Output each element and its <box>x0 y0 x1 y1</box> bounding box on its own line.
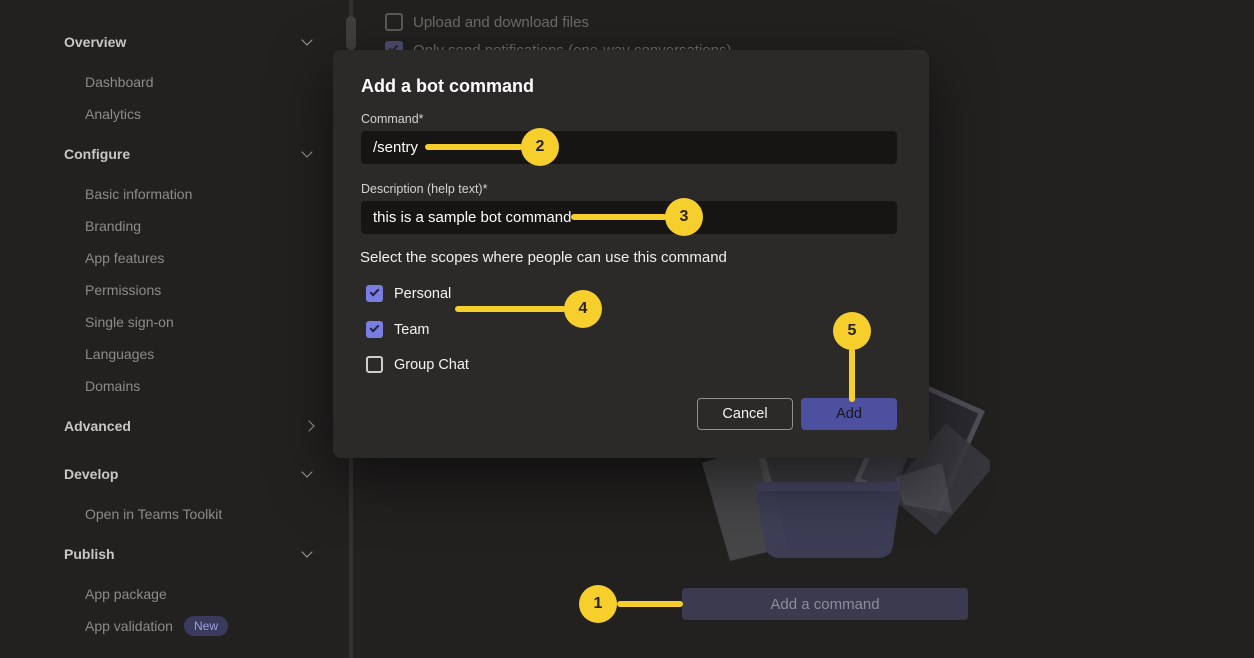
sidebar-item-app-package[interactable]: App package <box>0 578 330 610</box>
chevron-down-icon <box>301 546 312 557</box>
sidebar-section-develop[interactable]: Develop <box>0 458 330 490</box>
sidebar-section-publish[interactable]: Publish <box>0 538 330 570</box>
upload-download-files-checkbox-row[interactable]: Upload and download files <box>385 13 589 31</box>
add-a-command-button[interactable]: Add a command <box>682 588 968 620</box>
sidebar-item-open-in-teams-toolkit[interactable]: Open in Teams Toolkit <box>0 498 330 530</box>
annotation-line-5 <box>849 348 855 402</box>
command-label: Command* <box>361 112 424 126</box>
sidebar-item-domains[interactable]: Domains <box>0 370 330 402</box>
add-button[interactable]: Add <box>801 398 897 430</box>
item-label: Languages <box>85 346 154 362</box>
item-label: App validation <box>85 618 173 634</box>
annotation-line-4 <box>455 306 566 312</box>
scopes-section-label: Select the scopes where people can use t… <box>360 249 727 266</box>
annotation-circle-4: 4 <box>564 290 602 328</box>
annotation-circle-3: 3 <box>665 198 703 236</box>
sidebar-item-languages[interactable]: Languages <box>0 338 330 370</box>
chevron-down-icon <box>301 146 312 157</box>
section-label: Configure <box>64 146 130 162</box>
section-label: Overview <box>64 34 126 50</box>
chevron-right-icon <box>303 420 314 431</box>
section-label: Develop <box>64 466 118 482</box>
item-label: App features <box>85 250 164 266</box>
description-label: Description (help text)* <box>361 182 487 196</box>
item-label: Single sign-on <box>85 314 174 330</box>
checkbox-checked-icon[interactable] <box>366 285 383 302</box>
scrollbar-thumb[interactable] <box>346 16 356 50</box>
item-label: Dashboard <box>85 74 154 90</box>
checkbox-unchecked-icon[interactable] <box>366 356 383 373</box>
cancel-button[interactable]: Cancel <box>697 398 793 430</box>
item-label: Analytics <box>85 106 141 122</box>
item-label: Basic information <box>85 186 192 202</box>
checkbox-unchecked-icon[interactable] <box>385 13 403 31</box>
scope-label: Group Chat <box>394 357 469 373</box>
sidebar-section-configure[interactable]: Configure <box>0 138 330 170</box>
sidebar-item-app-validation[interactable]: App validation New <box>0 610 330 642</box>
item-label: Domains <box>85 378 140 394</box>
sidebar-item-branding[interactable]: Branding <box>0 210 330 242</box>
sidebar-section-advanced[interactable]: Advanced <box>0 410 330 442</box>
item-label: Open in Teams Toolkit <box>85 506 222 522</box>
sidebar-item-analytics[interactable]: Analytics <box>0 98 330 130</box>
scope-team-checkbox-row[interactable]: Team <box>366 321 429 338</box>
annotation-line-2 <box>425 144 523 150</box>
sidebar-item-app-features[interactable]: App features <box>0 242 330 274</box>
scope-label: Personal <box>394 286 451 302</box>
item-label: Branding <box>85 218 141 234</box>
item-label: App package <box>85 586 167 602</box>
checkbox-checked-icon[interactable] <box>366 321 383 338</box>
annotation-circle-5: 5 <box>833 312 871 350</box>
scope-personal-checkbox-row[interactable]: Personal <box>366 285 451 302</box>
sidebar-section-overview[interactable]: Overview <box>0 26 330 58</box>
sidebar-item-basic-information[interactable]: Basic information <box>0 178 330 210</box>
sidebar-item-permissions[interactable]: Permissions <box>0 274 330 306</box>
add-bot-command-dialog: Add a bot command Command* Description (… <box>333 50 929 458</box>
teams-dev-portal-window: Overview Dashboard Analytics Configure B… <box>0 0 1254 658</box>
dialog-title: Add a bot command <box>361 76 534 97</box>
sidebar-item-single-sign-on[interactable]: Single sign-on <box>0 306 330 338</box>
chevron-down-icon <box>301 466 312 477</box>
section-label: Advanced <box>64 418 131 434</box>
annotation-circle-1: 1 <box>579 585 617 623</box>
sidebar-item-dashboard[interactable]: Dashboard <box>0 66 330 98</box>
item-label: Permissions <box>85 282 161 298</box>
checkbox-label: Upload and download files <box>413 14 589 31</box>
new-badge: New <box>184 616 228 636</box>
section-label: Publish <box>64 546 115 562</box>
annotation-line-1 <box>617 601 683 607</box>
chevron-down-icon <box>301 34 312 45</box>
scope-label: Team <box>394 322 429 338</box>
annotation-circle-2: 2 <box>521 128 559 166</box>
annotation-line-3 <box>571 214 667 220</box>
scope-group-chat-checkbox-row[interactable]: Group Chat <box>366 356 469 373</box>
